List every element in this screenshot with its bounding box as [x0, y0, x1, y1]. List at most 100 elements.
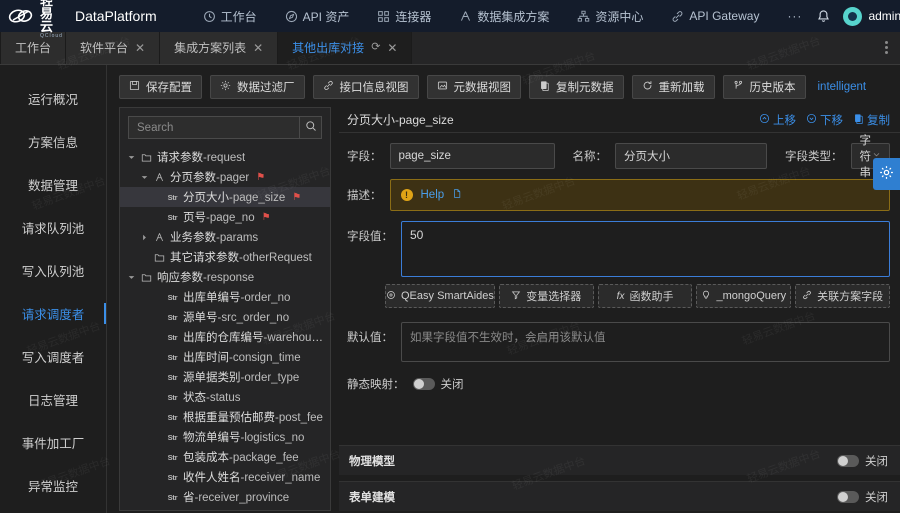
search-button[interactable] — [299, 116, 322, 139]
field-name-input[interactable] — [615, 143, 767, 169]
move-down-button[interactable]: 下移 — [806, 112, 843, 128]
toggle-switch[interactable] — [837, 490, 859, 503]
nav-item-resource-center[interactable]: 资源中心 — [563, 8, 657, 25]
group-icon — [153, 232, 166, 243]
tree-node[interactable]: Str 状态-status — [120, 387, 330, 407]
tree-node[interactable]: Str 出库单编号-order_no — [120, 287, 330, 307]
tree-caret-icon[interactable] — [139, 174, 149, 181]
string-type-icon: Str — [167, 492, 178, 502]
toggle-switch[interactable] — [412, 378, 435, 390]
help-link[interactable]: Help — [421, 189, 445, 201]
tree-node[interactable]: Str 省-receiver_province — [120, 487, 330, 507]
tree-node[interactable]: Str 页号-page_no ⚑ — [120, 207, 330, 227]
tree-node[interactable]: Str 包装成本-package_fee — [120, 447, 330, 467]
nav-item-workbench[interactable]: 工作台 — [189, 8, 271, 25]
sidebar-item-plan-info[interactable]: 方案信息 — [0, 122, 106, 161]
function-helper-button[interactable]: fx 函数助手 — [597, 284, 693, 308]
app-header: 轻易云 QCloud DataPlatform 工作台 API 资产 连接器 数… — [0, 0, 900, 39]
settings-gear-button[interactable] — [873, 158, 900, 190]
sidebar-item-request-queue-pool[interactable]: 请求队列池 — [0, 208, 106, 247]
physical-model-section[interactable]: 物理模型 关闭 — [339, 445, 900, 475]
nav-item-api-assets[interactable]: API 资产 — [271, 8, 364, 25]
tree-node[interactable]: Str 源单号-src_order_no — [120, 307, 330, 327]
tree-node-label: 出库时间-consign_time — [183, 352, 301, 364]
history-version-button[interactable]: 历史版本 — [722, 75, 806, 99]
sidebar-item-log-management[interactable]: 日志管理 — [0, 380, 106, 419]
avatar — [843, 6, 863, 26]
sidebar-item-write-queue-pool[interactable]: 写入队列池 — [0, 251, 106, 290]
sidebar-item-request-scheduler[interactable]: 请求调度者 — [0, 294, 106, 333]
tree-node[interactable]: Str 源单据类别-order_type — [120, 367, 330, 387]
tree-node[interactable]: 响应参数-response — [120, 267, 330, 287]
default-value-label: 默认值： — [347, 332, 393, 344]
close-icon[interactable]: ✕ — [387, 42, 397, 54]
default-value-textarea[interactable] — [401, 322, 890, 362]
sidebar-item-overview[interactable]: 运行概况 — [0, 79, 106, 118]
save-config-button[interactable]: 保存配置 — [119, 75, 202, 99]
save-icon — [129, 80, 140, 94]
data-filter-button[interactable]: 数据过滤厂 — [210, 75, 305, 99]
sidebar-item-event-factory[interactable]: 事件加工厂 — [0, 423, 106, 462]
bell-icon[interactable] — [816, 9, 831, 24]
type-label: 字段类型： — [785, 151, 843, 163]
refresh-icon[interactable]: ⟳ — [371, 42, 380, 53]
tree-node[interactable]: 请求参数-request — [120, 147, 330, 167]
tab-label: 工作台 — [15, 41, 52, 55]
nav-more-button[interactable]: ··· — [773, 9, 816, 23]
search-input[interactable] — [128, 116, 299, 139]
mongo-query-button[interactable]: _mongoQuery — [696, 284, 792, 308]
tree-node[interactable]: Str 出库时间-consign_time — [120, 347, 330, 367]
user-menu[interactable]: admin — [843, 6, 900, 26]
tab-label: 其他出库对接 — [292, 41, 365, 55]
static-mapping-toggle[interactable]: 关闭 — [412, 376, 464, 392]
close-icon[interactable]: ✕ — [135, 42, 145, 54]
link-plan-field-button[interactable]: 关联方案字段 — [795, 284, 890, 308]
tree-caret-icon[interactable] — [139, 234, 149, 241]
main-content: 保存配置 数据过滤厂 接口信息视图 元数据视图 复制元数据 重新加载 历史版本 … — [107, 65, 900, 513]
tree-caret-icon[interactable] — [126, 154, 136, 161]
physical-model-toggle[interactable]: 关闭 — [837, 453, 888, 469]
form-modeling-section[interactable]: 表单建模 关闭 — [339, 481, 900, 511]
form-modeling-toggle[interactable]: 关闭 — [837, 489, 888, 505]
copy-metadata-button[interactable]: 复制元数据 — [529, 75, 624, 99]
toggle-switch[interactable] — [837, 454, 859, 467]
string-type-icon: Str — [167, 212, 178, 222]
name-label: 名称： — [572, 151, 608, 163]
nav-item-connector[interactable]: 连接器 — [363, 8, 445, 25]
clock-icon — [203, 10, 216, 23]
tree-node[interactable]: Str 出库的仓库编号-warehouse_no — [120, 327, 330, 347]
qeasy-smartaides-button[interactable]: QEasy SmartAides — [385, 284, 495, 308]
sidebar-item-data-management[interactable]: 数据管理 — [0, 165, 106, 204]
close-icon[interactable]: ✕ — [253, 42, 263, 54]
tree-node[interactable]: Str 根据重量预估邮费-post_fee — [120, 407, 330, 427]
tab-other-outbound[interactable]: 其他出库对接 ⟳ ✕ — [278, 31, 413, 64]
intelligent-link[interactable]: intelligent — [818, 81, 867, 93]
tree-node[interactable]: Str 收件人姓名-receiver_name — [120, 467, 330, 487]
tree-node-selected[interactable]: Str 分页大小-page_size ⚑ — [120, 187, 330, 207]
sidebar-item-write-scheduler[interactable]: 写入调度者 — [0, 337, 106, 376]
description-label: 描述： — [347, 190, 382, 202]
tab-overflow-menu-icon[interactable] — [885, 41, 888, 54]
tree-node[interactable]: 分页参数-pager ⚑ — [120, 167, 330, 187]
field-value-row: 字段值： 50 — [339, 211, 900, 277]
tree-node[interactable]: 其它请求参数-otherRequest — [120, 247, 330, 267]
field-key-input[interactable] — [389, 143, 555, 169]
tree-node[interactable]: Str 物流单编号-logistics_no — [120, 427, 330, 447]
copy-field-button[interactable]: 复制 — [853, 112, 890, 128]
reload-button[interactable]: 重新加载 — [631, 75, 715, 99]
interface-info-view-button[interactable]: 接口信息视图 — [312, 75, 419, 99]
tree-node[interactable]: 业务参数-params — [120, 227, 330, 247]
variable-selector-button[interactable]: 变量选择器 — [498, 284, 594, 308]
warning-icon: ! — [400, 189, 413, 201]
metadata-view-button[interactable]: 元数据视图 — [426, 75, 521, 99]
field-value-textarea[interactable]: 50 — [401, 221, 890, 277]
tree-caret-icon[interactable] — [126, 274, 136, 281]
brand-logo[interactable]: 轻易云 QCloud DataPlatform — [8, 0, 157, 39]
helper-label: 关联方案字段 — [817, 291, 884, 303]
nav-item-api-gateway[interactable]: API Gateway — [657, 9, 773, 23]
doc-icon[interactable] — [452, 188, 462, 202]
tab-integration-list[interactable]: 集成方案列表 ✕ — [160, 31, 279, 64]
move-up-button[interactable]: 上移 — [759, 112, 796, 128]
nav-item-data-integration[interactable]: 数据集成方案 — [445, 8, 563, 25]
sidebar-item-exception-monitor[interactable]: 异常监控 — [0, 466, 106, 505]
